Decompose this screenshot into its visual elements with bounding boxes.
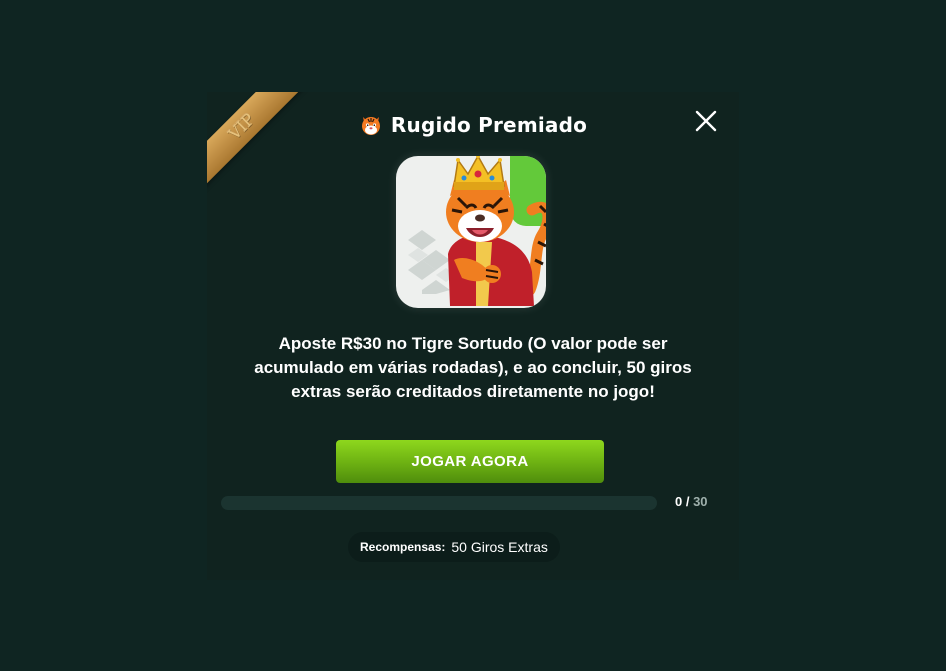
page-backdrop: VIP Rugido Premiado Aposte R$30 no Tigre… (0, 0, 946, 671)
vip-ribbon: VIP (207, 92, 306, 191)
tiger-mascot-image (446, 156, 546, 306)
modal-header: Rugido Premiado (207, 110, 739, 140)
game-thumbnail[interactable] (396, 156, 546, 308)
progress-counter: 0 / 30 (675, 494, 708, 509)
modal-title: Rugido Premiado (390, 113, 588, 137)
progress-bar (221, 496, 657, 510)
reward-label: Recompensas: (360, 540, 446, 554)
tiger-face-icon (359, 113, 383, 137)
close-icon[interactable] (693, 108, 719, 134)
play-now-button[interactable]: JOGAR AGORA (336, 440, 604, 483)
progress-total: 30 (693, 494, 708, 509)
close-button[interactable] (693, 108, 719, 134)
vip-ribbon-label: VIP (224, 109, 259, 144)
reward-value: 50 Giros Extras (451, 539, 548, 555)
mission-modal: VIP Rugido Premiado Aposte R$30 no Tigre… (207, 92, 739, 580)
mission-description: Aposte R$30 no Tigre Sortudo (O valor po… (254, 334, 692, 401)
progress-separator: / (682, 494, 694, 509)
reward-badge: Recompensas: 50 Giros Extras (348, 532, 560, 562)
